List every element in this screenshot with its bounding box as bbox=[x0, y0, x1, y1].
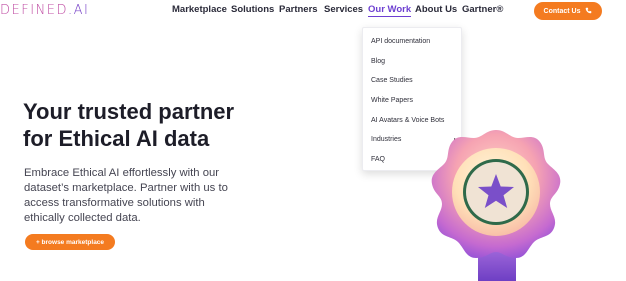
nav-partners[interactable]: Partners bbox=[279, 4, 318, 15]
dropdown-item-label: AI Avatars & Voice Bots bbox=[371, 117, 445, 124]
dropdown-item-label: Industries bbox=[371, 136, 402, 143]
dropdown-item-label: Case Studies bbox=[371, 77, 413, 84]
nav-marketplace[interactable]: Marketplace bbox=[172, 4, 227, 15]
phone-icon bbox=[585, 7, 592, 16]
nav-about-us[interactable]: About Us bbox=[415, 4, 457, 15]
nav-solutions[interactable]: Solutions bbox=[231, 4, 274, 15]
brand-logo[interactable]: DEFINED.AI bbox=[0, 2, 89, 18]
dropdown-item-case-studies[interactable]: Case Studies bbox=[371, 77, 457, 84]
dropdown-item-label: FAQ bbox=[371, 156, 386, 163]
contact-us-button[interactable]: Contact Us bbox=[534, 2, 602, 20]
nav-services[interactable]: Services bbox=[324, 4, 363, 15]
dropdown-item-white-papers[interactable]: White Papers bbox=[371, 97, 457, 104]
logo-text-suffix: .AI bbox=[67, 2, 90, 18]
hero-title: Your trusted partner for Ethical AI data bbox=[23, 98, 283, 152]
logo-text-main: DEFINED bbox=[0, 2, 68, 18]
dropdown-item-blog[interactable]: Blog bbox=[371, 58, 457, 65]
dropdown-item-label: API documentation bbox=[371, 38, 431, 45]
hero-subtitle-line: access transformative solutions with bbox=[24, 197, 205, 209]
hero-subtitle: Embrace Ethical AI effortlessly with our… bbox=[24, 166, 244, 226]
award-badge-illustration bbox=[426, 128, 566, 281]
hero-title-line: Your trusted partner bbox=[23, 99, 235, 124]
hero-subtitle-line: dataset’s marketplace. Partner with us t… bbox=[24, 182, 228, 194]
dropdown-item-ai-avatars[interactable]: AI Avatars & Voice Bots bbox=[371, 117, 457, 124]
dropdown-item-label: Blog bbox=[371, 58, 386, 65]
dropdown-item-api-documentation[interactable]: API documentation bbox=[371, 38, 457, 45]
browse-marketplace-button[interactable]: + browse marketplace bbox=[25, 234, 115, 250]
nav-gartner[interactable]: Gartner® bbox=[462, 4, 503, 15]
dropdown-item-label: White Papers bbox=[371, 97, 414, 104]
contact-us-label: Contact Us bbox=[543, 7, 581, 15]
nav-our-work[interactable]: Our Work bbox=[368, 4, 412, 17]
hero-subtitle-line: Embrace Ethical AI effortlessly with our bbox=[24, 167, 220, 179]
hero-subtitle-line: ethically collected data. bbox=[24, 212, 141, 224]
hero-title-line: for Ethical AI data bbox=[23, 126, 210, 151]
logo-text: DEFINED.AI bbox=[0, 3, 89, 18]
